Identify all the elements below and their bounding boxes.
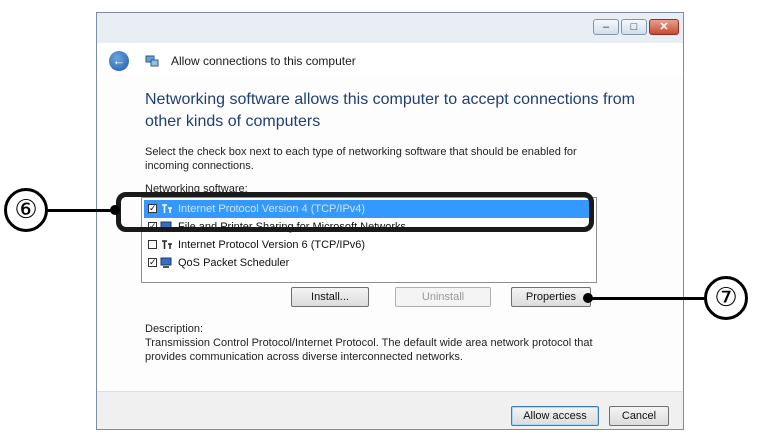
description-label: Description: xyxy=(145,323,204,335)
close-button[interactable]: ✕ xyxy=(649,19,679,35)
allow-access-button[interactable]: Allow access xyxy=(511,406,599,426)
callout-seven-leader-line xyxy=(588,297,706,300)
page-heading: Networking software allows this computer… xyxy=(145,91,635,130)
close-icon: ✕ xyxy=(659,21,669,33)
description-text: Transmission Control Protocol/Internet P… xyxy=(145,337,593,363)
title-bar: – □ ✕ xyxy=(97,13,683,43)
protocol-icon xyxy=(162,240,172,249)
ipv6-checkbox[interactable] xyxy=(148,240,157,249)
install-button[interactable]: Install... xyxy=(291,287,369,307)
cancel-button[interactable]: Cancel xyxy=(609,406,669,426)
callout-seven: ⑦ xyxy=(704,276,748,320)
dialog-footer: Allow access Cancel xyxy=(97,391,683,429)
callout-six-dot xyxy=(110,205,120,215)
network-service-icon xyxy=(160,257,172,268)
qos-checkbox[interactable]: ✓ xyxy=(148,258,157,267)
software-item-ipv6[interactable]: Internet Protocol Version 6 (TCP/IPv6) xyxy=(144,236,594,254)
back-arrow-icon: ← xyxy=(112,53,126,68)
minimize-icon: – xyxy=(602,21,610,33)
software-item-label: Internet Protocol Version 6 (TCP/IPv6) xyxy=(178,239,366,251)
nav-title: Allow connections to this computer xyxy=(171,54,356,68)
minimize-button[interactable]: – xyxy=(593,19,619,35)
callout-seven-dot xyxy=(583,293,593,303)
software-item-label: QoS Packet Scheduler xyxy=(178,257,290,269)
uninstall-button[interactable]: Uninstall xyxy=(395,287,491,307)
back-button[interactable]: ← xyxy=(109,51,129,71)
callout-six-leader-line xyxy=(46,209,114,212)
properties-button[interactable]: Properties xyxy=(511,287,591,307)
software-item-qos[interactable]: ✓ QoS Packet Scheduler xyxy=(144,254,594,272)
highlight-box xyxy=(116,192,594,232)
network-icon xyxy=(145,55,159,67)
maximize-button[interactable]: □ xyxy=(621,19,647,35)
instruction-text: Select the check box next to each type o… xyxy=(145,146,577,172)
maximize-icon: □ xyxy=(630,21,638,33)
callout-six: ⑥ xyxy=(4,188,48,232)
